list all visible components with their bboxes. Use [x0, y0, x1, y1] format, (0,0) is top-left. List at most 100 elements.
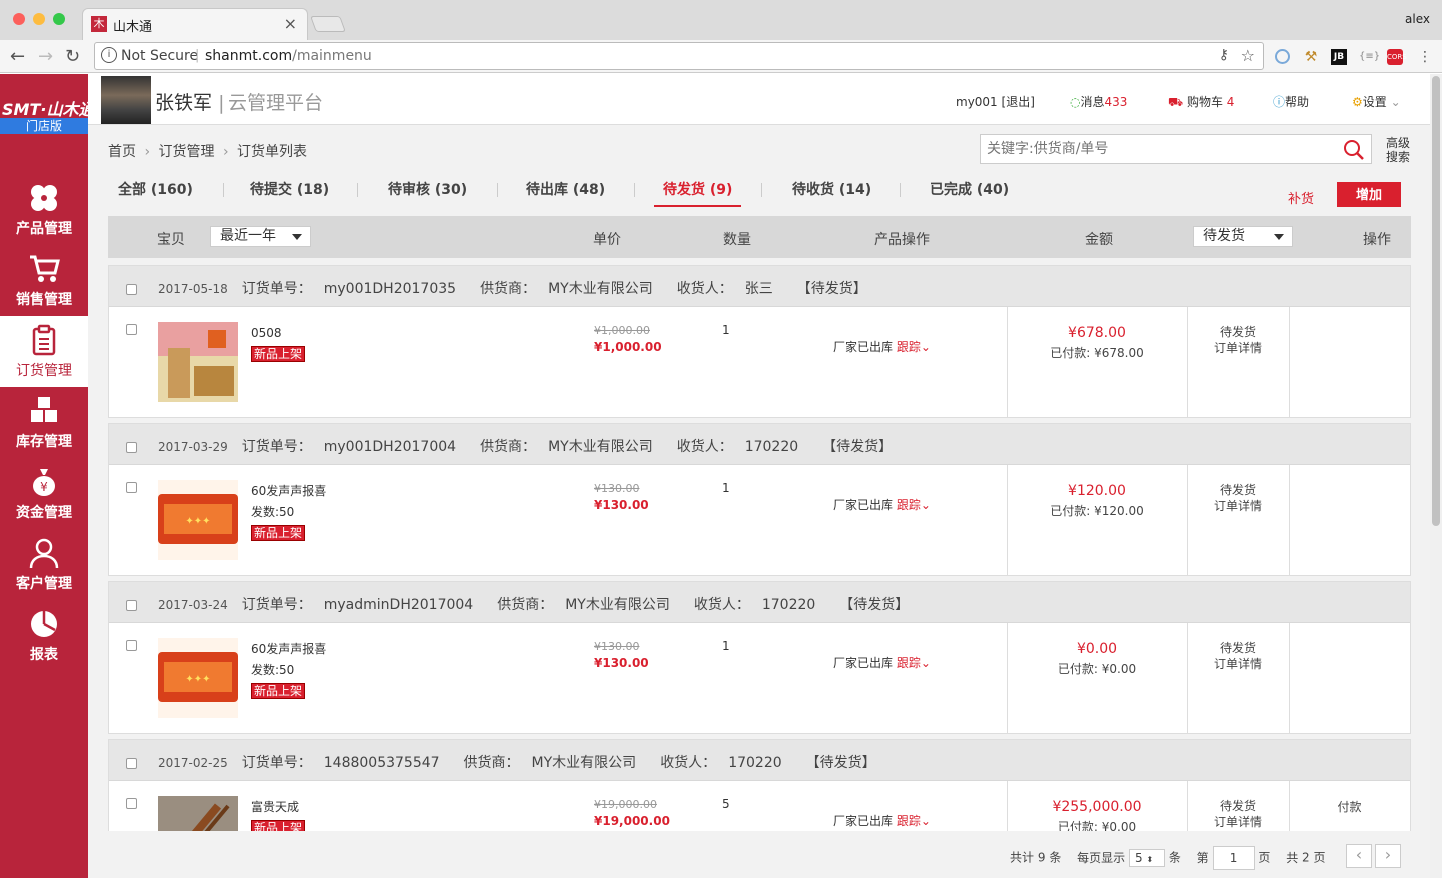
scrollbar-thumb[interactable]	[1432, 76, 1440, 526]
paid-amount: 已付款: ¥0.00	[1057, 820, 1137, 831]
order-checkbox[interactable]	[126, 284, 137, 295]
logout-link[interactable]: [退出]	[1002, 95, 1035, 109]
unit-price: ¥130.00	[594, 656, 649, 670]
close-window-button[interactable]	[13, 13, 25, 25]
track-link[interactable]: 跟踪	[897, 656, 921, 670]
product-operation: 厂家已出库 跟踪⌄	[833, 814, 931, 828]
profile-name[interactable]: alex	[1405, 12, 1430, 26]
order-detail-link[interactable]: 订单详情	[1187, 498, 1289, 514]
tab-to-submit[interactable]: 待提交 (18)	[250, 179, 329, 199]
info-icon[interactable]: i	[101, 47, 117, 63]
restock-link[interactable]: 补货	[1288, 188, 1314, 207]
unit-price: ¥130.00	[594, 498, 649, 512]
tab-to-stock-out[interactable]: 待出库 (48)	[526, 179, 605, 199]
favicon: 木	[91, 16, 107, 32]
item-checkbox[interactable]	[126, 482, 137, 493]
clipboard-icon	[32, 324, 56, 356]
extension-circle-icon[interactable]	[1275, 49, 1290, 64]
main-content: 首页 › 订货管理 › 订货单列表 高级搜索 全部 (160) 待提交 (18)…	[88, 125, 1430, 878]
order-detail-link[interactable]: 订单详情	[1187, 340, 1289, 356]
unit-price: ¥1,000.00	[594, 340, 662, 354]
bookmark-star-icon[interactable]: ☆	[1241, 46, 1255, 65]
track-link[interactable]: 跟踪	[897, 498, 921, 512]
item-checkbox[interactable]	[126, 324, 137, 335]
product-operation: 厂家已出库 跟踪⌄	[833, 498, 931, 512]
sidebar-item-customers[interactable]: 客户管理	[0, 529, 88, 600]
item-checkbox[interactable]	[126, 798, 137, 809]
extension-cors-icon[interactable]: CORS	[1387, 49, 1407, 65]
page-scrollbar[interactable]	[1430, 74, 1442, 878]
table-header: 宝贝 最近一年 单价 数量 产品操作 金额 待发货 操作	[108, 216, 1411, 258]
sidebar-item-reports[interactable]: 报表	[0, 600, 88, 671]
tab-to-ship[interactable]: 待发货 (9)	[654, 179, 742, 207]
add-button[interactable]: 增加	[1337, 182, 1401, 207]
new-badge: 新品上架	[251, 683, 306, 699]
order-checkbox[interactable]	[126, 758, 137, 769]
per-page-select[interactable]: 5 ⬍	[1129, 849, 1165, 867]
svg-text:¥: ¥	[40, 480, 48, 494]
advanced-search-link[interactable]: 高级 搜索	[1386, 136, 1414, 164]
product-image[interactable]	[158, 322, 238, 402]
status-select[interactable]: 待发货	[1193, 226, 1293, 247]
unit-price: ¥19,000.00	[594, 814, 670, 828]
breadcrumb-home[interactable]: 首页	[108, 144, 136, 160]
pay-link[interactable]: 付款	[1289, 798, 1410, 815]
sidebar-item-funds[interactable]: ¥ 资金管理	[0, 458, 88, 529]
order-checkbox[interactable]	[126, 442, 137, 453]
help-link[interactable]: ⓘ帮助	[1273, 93, 1309, 110]
item-checkbox[interactable]	[126, 640, 137, 651]
product-image[interactable]: ✦✦✦	[158, 480, 238, 560]
forward-icon[interactable]: →	[38, 46, 53, 67]
minimize-window-button[interactable]	[33, 13, 45, 25]
order-checkbox[interactable]	[126, 600, 137, 611]
next-page-button[interactable]: ›	[1375, 844, 1401, 868]
track-link[interactable]: 跟踪	[897, 814, 921, 828]
track-link[interactable]: 跟踪	[897, 340, 921, 354]
sidebar-item-orders[interactable]: 订货管理	[0, 316, 88, 387]
address-bar[interactable]: i Not Secure | shanmt.com/mainmenu ⚷ ☆	[94, 42, 1264, 70]
sidebar-item-inventory[interactable]: 库存管理	[0, 387, 88, 458]
column-unit-price: 单价	[593, 232, 621, 248]
period-select[interactable]: 最近一年	[210, 226, 311, 247]
order-card: 2017-02-25 订货单号： 1488005375547 供货商： MY木业有限公司…	[108, 739, 1411, 831]
maximize-window-button[interactable]	[53, 13, 65, 25]
tab-to-review[interactable]: 待审核 (30)	[388, 179, 467, 199]
status-tabs: 全部 (160) 待提交 (18) 待审核 (30) 待出库 (48) 待发货 …	[108, 172, 1410, 210]
close-tab-icon[interactable]: ×	[284, 14, 297, 33]
tab-to-receive[interactable]: 待收货 (14)	[792, 179, 871, 199]
search-icon[interactable]	[1343, 139, 1365, 161]
order-detail-link[interactable]: 订单详情	[1187, 814, 1289, 830]
product-image[interactable]	[158, 796, 238, 831]
user-icon	[29, 538, 59, 569]
breadcrumb-section[interactable]: 订货管理	[159, 144, 215, 160]
tab-title: 山木通	[113, 20, 153, 35]
search-box	[980, 134, 1372, 164]
url-text[interactable]: shanmt.com/mainmenu	[205, 48, 372, 64]
sidebar-item-products[interactable]: 产品管理	[0, 174, 88, 245]
reload-icon[interactable]: ↻	[65, 46, 80, 67]
prev-page-button[interactable]: ‹	[1346, 844, 1372, 868]
order-status: 待发货 订单详情	[1187, 482, 1289, 514]
messages-link[interactable]: ◌消息433	[1070, 93, 1127, 110]
back-icon[interactable]: ←	[10, 46, 25, 67]
extension-jb-icon[interactable]: JB	[1331, 49, 1347, 65]
order-status: 待发货 订单详情	[1187, 324, 1289, 356]
tab-all[interactable]: 全部 (160)	[118, 179, 193, 199]
column-operations: 操作	[1363, 232, 1391, 248]
security-label: Not Secure	[121, 48, 199, 64]
browser-tab[interactable]: 木 山木通 ×	[82, 8, 308, 40]
search-input[interactable]	[987, 136, 1347, 162]
product-image[interactable]: ✦✦✦	[158, 638, 238, 718]
extension-braces-icon[interactable]: {≡}	[1359, 49, 1380, 65]
cart-link[interactable]: ⛟ 购物车 4	[1168, 93, 1234, 111]
column-quantity: 数量	[723, 232, 751, 248]
extension-hammer-icon[interactable]: ⚒	[1303, 49, 1319, 65]
settings-link[interactable]: ⚙设置 ⌄	[1352, 93, 1401, 110]
browser-menu-icon[interactable]: ⋮	[1417, 49, 1433, 65]
order-detail-link[interactable]: 订单详情	[1187, 656, 1289, 672]
key-icon[interactable]: ⚷	[1219, 47, 1229, 63]
new-tab-button[interactable]	[310, 16, 346, 32]
page-input[interactable]: 1	[1212, 846, 1255, 870]
sidebar-item-sales[interactable]: 销售管理	[0, 245, 88, 316]
tab-completed[interactable]: 已完成 (40)	[930, 179, 1009, 199]
